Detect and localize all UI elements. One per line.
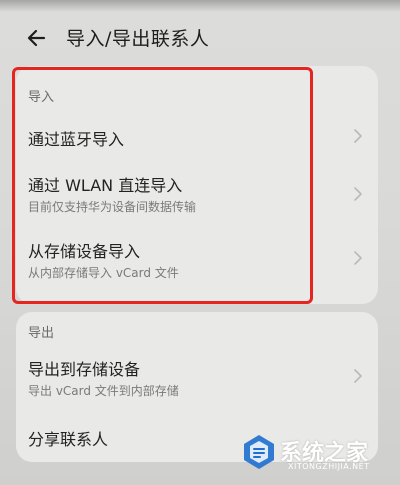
chevron-right-icon xyxy=(354,251,362,265)
status-bar-shadow xyxy=(0,0,400,12)
item-title: 分享联系人 xyxy=(28,430,109,449)
watermark-logo-icon xyxy=(244,435,274,469)
watermark: 系统之家 XITONGZHIJIA.NET xyxy=(236,429,396,475)
screen: 导入/导出联系人 导入 通过蓝牙导入 通过 WLAN 直连导入 目前仅支持华为设… xyxy=(0,0,400,485)
item-subtitle: 导出 vCard 文件到内部存储 xyxy=(28,384,179,398)
chevron-right-icon xyxy=(354,369,362,383)
page-title: 导入/导出联系人 xyxy=(66,28,210,50)
item-title: 导出到存储设备 xyxy=(28,360,141,379)
chevron-right-icon xyxy=(354,129,362,143)
back-arrow-icon[interactable] xyxy=(24,24,52,52)
header: 导入/导出联系人 xyxy=(0,18,400,58)
chevron-right-icon xyxy=(354,187,362,201)
export-section-label: 导出 xyxy=(28,326,55,341)
export-storage-item[interactable]: 导出到存储设备 导出 vCard 文件到内部存储 xyxy=(16,350,378,402)
highlight-box xyxy=(12,67,313,304)
watermark-url: XITONGZHIJIA.NET xyxy=(288,462,370,471)
